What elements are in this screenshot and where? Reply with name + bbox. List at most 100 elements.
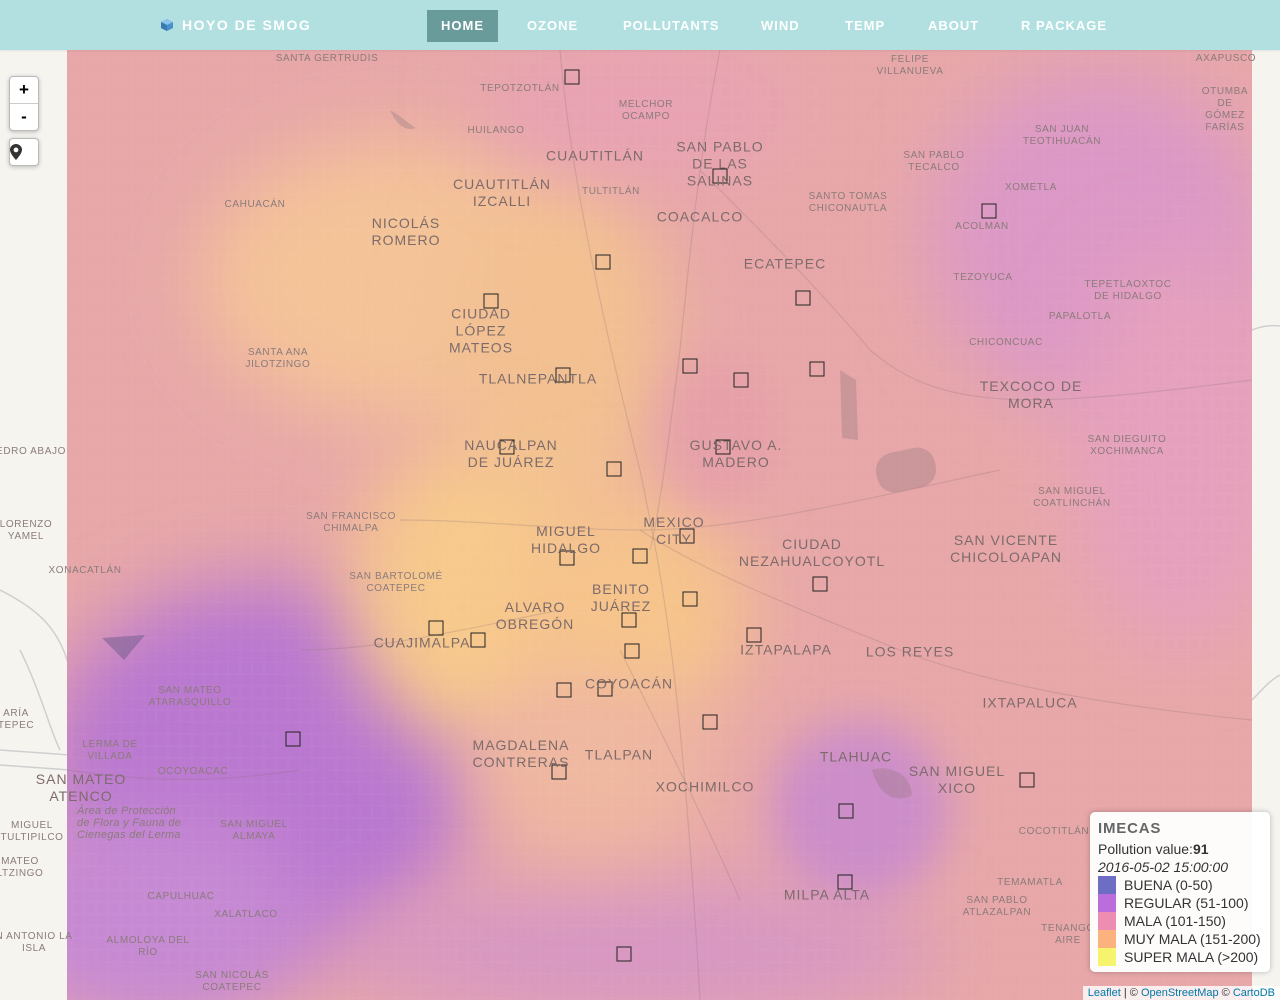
place-label: CAPULHUAC <box>147 891 215 902</box>
pollution-value: 91 <box>1192 841 1209 857</box>
place-label: TEPETLAOXTOC DE HIDALGO <box>1084 279 1172 302</box>
place-label: CUAUTITLÁN <box>546 147 644 164</box>
place-label: XOMETLA <box>1005 182 1057 193</box>
navbar: HOYO DE SMOG HOME OZONE POLLUTANTS WIND … <box>0 0 1280 50</box>
place-label: XALATLACO <box>214 909 278 920</box>
brand[interactable]: HOYO DE SMOG <box>160 0 311 50</box>
place-label: TLAHUAC <box>819 748 893 765</box>
nav-home[interactable]: HOME <box>427 10 498 42</box>
place-label: NAUCALPAN DE JUÁREZ <box>464 437 558 470</box>
nav-wind[interactable]: WIND <box>747 10 814 42</box>
place-label: SAN PABLO TECALCO <box>903 150 965 173</box>
place-label: GUSTAVO A. MADERO <box>689 437 783 470</box>
legend-item: REGULAR (51-100) <box>1098 894 1262 912</box>
zoom-out-button[interactable]: - <box>10 103 38 130</box>
legend-swatch <box>1098 930 1116 948</box>
place-label: SAN MATEO ATARASQUILLO <box>148 685 232 708</box>
legend-item: MUY MALA (151-200) <box>1098 930 1262 948</box>
place-label: Área de Protección de Flora y Fauna de C… <box>77 805 182 841</box>
map[interactable]: SANTA GERTRUDIS TEPOTZOTLÁN MELCHOR OCAM… <box>0 50 1280 1000</box>
place-label: SAN MIGUEL XICO <box>908 763 1006 796</box>
basemap <box>0 50 1280 1000</box>
place-label: CUAJIMALPA <box>373 634 471 651</box>
place-label: SANTA ANA JILOTZINGO <box>245 347 311 370</box>
place-label: TEXCOCO DE MORA <box>979 378 1083 411</box>
place-label: TEMAMATLA <box>997 877 1063 888</box>
place-label: ALVARO OBREGÓN <box>495 599 575 632</box>
place-label: MELCHOR OCAMPO <box>618 99 674 122</box>
nav-ozone[interactable]: OZONE <box>513 10 592 42</box>
legend-title: IMECAS <box>1098 820 1162 837</box>
place-label: PAPALOTLA <box>1048 311 1112 322</box>
legend-swatch <box>1098 894 1116 912</box>
place-label: EDRO ABAJO <box>0 446 66 457</box>
place-label: MATEO LTZINGO <box>0 856 44 879</box>
place-label: MEXICO CITY <box>643 514 705 547</box>
place-label: TULTITLÁN <box>582 186 640 197</box>
place-label: CAHUACÁN <box>224 199 286 210</box>
place-label: LOS REYES <box>865 643 955 660</box>
attribution: Leaflet | © OpenStreetMap © CartoDB <box>1082 986 1280 1000</box>
place-label: SAN PABLO DE LAS SALINAS <box>676 138 764 189</box>
leaflet-link[interactable]: Leaflet <box>1088 987 1121 999</box>
place-label: ECATEPEC <box>743 255 827 272</box>
zoom-control: + - <box>9 76 39 131</box>
legend-label: BUENA (0-50) <box>1124 877 1213 893</box>
carto-link[interactable]: CartoDB <box>1233 987 1275 999</box>
place-label: LORENZO YAMEL <box>0 519 53 542</box>
place-label: SAN MATEO ATENCO <box>35 771 127 804</box>
brand-title: HOYO DE SMOG <box>182 17 312 33</box>
place-label: CIUDAD NEZAHUALCOYOTL <box>738 536 886 569</box>
place-label: SANTO TOMAS CHICONAUTLA <box>808 191 888 214</box>
place-label: SANTA GERTRUDIS <box>275 53 379 64</box>
place-label: IXTAPALUCA <box>982 694 1078 711</box>
place-label: SAN BARTOLOMÉ COATEPEC <box>349 571 443 594</box>
place-label: SAN MIGUEL COATLINCHÁN <box>1033 486 1111 509</box>
osm-link[interactable]: OpenStreetMap <box>1141 987 1219 999</box>
place-label: XONACATLÁN <box>48 565 122 576</box>
place-label: MILPA ALTA <box>783 886 871 903</box>
place-label: MIGUEL TULTIPILCO <box>0 820 64 843</box>
pollution-readout: Pollution value:91 <box>1098 840 1262 858</box>
place-label: CUAUTITLÁN IZCALLI <box>453 176 551 209</box>
place-label: N ANTONIO LA ISLA <box>0 931 73 954</box>
place-label: BENITO JUÁREZ <box>590 581 652 614</box>
place-label: ARÍA TEPEC <box>0 708 35 731</box>
legend-swatch <box>1098 912 1116 930</box>
place-label: CIUDAD LÓPEZ MATEOS <box>448 305 514 356</box>
pollution-overlay <box>67 50 1252 1000</box>
legend-label: MALA (101-150) <box>1124 913 1226 929</box>
legend-item: MALA (101-150) <box>1098 912 1262 930</box>
place-label: HUILANGO <box>467 125 525 136</box>
place-label: COACALCO <box>656 208 744 225</box>
place-label: AXAPUSCO <box>1195 53 1257 64</box>
attribution-sep: © <box>1218 987 1233 999</box>
nav-r-package[interactable]: R PACKAGE <box>1007 10 1121 42</box>
nav-about[interactable]: ABOUT <box>914 10 993 42</box>
place-label: NICOLÁS ROMERO <box>371 215 441 248</box>
locate-button[interactable] <box>10 139 38 165</box>
nav-temp[interactable]: TEMP <box>831 10 899 42</box>
place-label: MIGUEL HIDALGO <box>530 523 602 556</box>
zoom-in-button[interactable]: + <box>10 77 38 103</box>
place-label: COCOTITLÁN <box>1018 826 1090 837</box>
place-label: XOCHIMILCO <box>655 778 755 795</box>
place-label: TEZOYUCA <box>953 272 1013 283</box>
place-label: MAGDALENA CONTRERAS <box>472 737 570 770</box>
place-label: TENANGO AIRE <box>1041 923 1095 946</box>
legend-label: MUY MALA (151-200) <box>1124 931 1261 947</box>
nav-pollutants[interactable]: POLLUTANTS <box>609 10 733 42</box>
place-label: COYOACÁN <box>584 675 674 692</box>
place-label: CHICONCUAC <box>969 337 1043 348</box>
place-label: TLALNEPANTLA <box>478 370 598 387</box>
legend-swatch <box>1098 876 1116 894</box>
place-label: ACOLMAN <box>955 221 1009 232</box>
place-label: SAN JUAN TEOTIHUACÁN <box>1022 124 1102 147</box>
place-label: OTUMBA DE GÓMEZ FARÍAS <box>1201 86 1249 133</box>
locate-control <box>9 138 39 166</box>
place-label: SAN NICOLÁS COATEPEC <box>195 970 269 993</box>
place-label: FELIPE VILLANUEVA <box>876 54 944 77</box>
cube-icon <box>160 18 174 32</box>
place-label: IZTAPALAPA <box>740 641 832 658</box>
place-label: ALMOLOYA DEL RÍO <box>106 935 190 958</box>
